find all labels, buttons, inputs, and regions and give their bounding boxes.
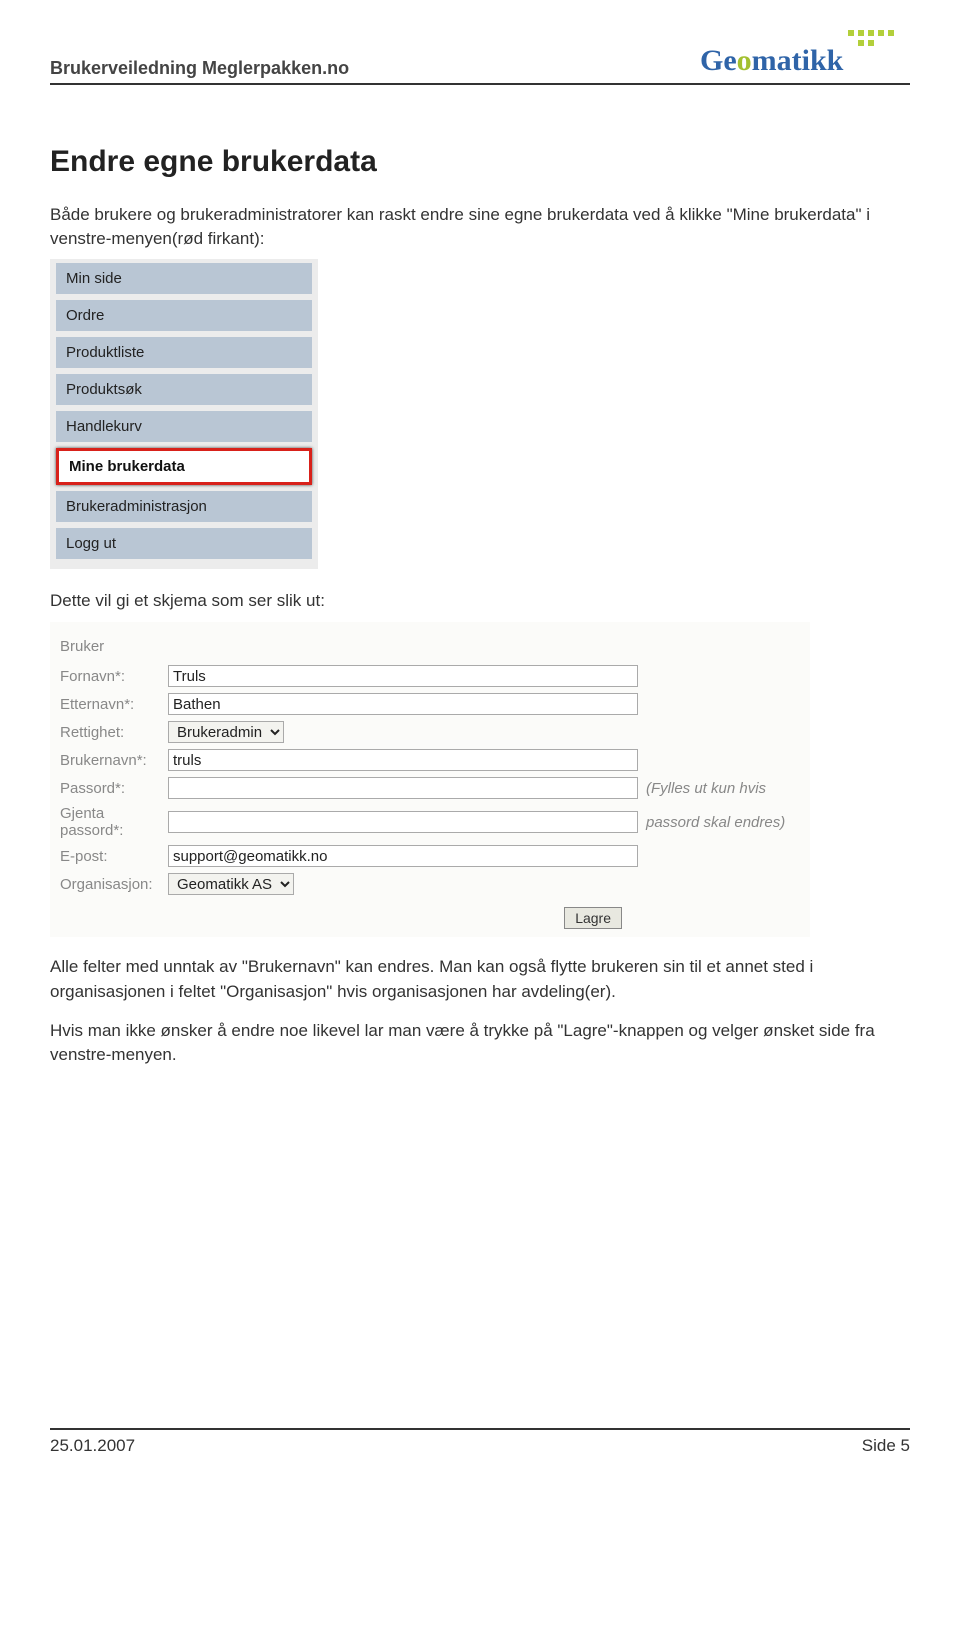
page-title: Endre egne brukerdata [50, 145, 910, 179]
form-section-label: Bruker [60, 638, 802, 655]
intro-paragraph: Både brukere og brukeradministratorer ka… [50, 203, 910, 251]
fornavn-field[interactable] [168, 665, 638, 687]
explain-paragraph-1: Alle felter med unntak av "Brukernavn" k… [50, 955, 910, 1004]
document-header-title: Brukerveiledning Meglerpakken.no [50, 58, 349, 79]
gjenta-passord-label: Gjenta passord*: [58, 805, 168, 839]
passord-field[interactable] [168, 777, 638, 799]
document-header: Brukerveiledning Meglerpakken.no Geomati… [50, 30, 910, 85]
user-form: Bruker Fornavn*: Etternavn*: Rettighet: … [50, 622, 810, 937]
menu-item-ordre[interactable]: Ordre [56, 300, 312, 331]
save-button[interactable]: Lagre [564, 907, 622, 929]
menu-item-brukeradministrasjon[interactable]: Brukeradministrasjon [56, 491, 312, 522]
footer-page: Side 5 [862, 1436, 910, 1456]
menu-item-handlekurv[interactable]: Handlekurv [56, 411, 312, 442]
epost-field[interactable] [168, 845, 638, 867]
post-menu-text: Dette vil gi et skjema som ser slik ut: [50, 589, 910, 613]
passord-hint-1: (Fylles ut kun hvis [646, 780, 766, 797]
fornavn-label: Fornavn*: [58, 668, 168, 685]
menu-item-logg-ut[interactable]: Logg ut [56, 528, 312, 559]
geomatikk-logo: Geomatikk [700, 30, 910, 79]
organisasjon-select[interactable]: Geomatikk AS [168, 873, 294, 895]
rettighet-label: Rettighet: [58, 724, 168, 741]
brukernavn-field[interactable] [168, 749, 638, 771]
menu-item-produktsok[interactable]: Produktsøk [56, 374, 312, 405]
menu-item-min-side[interactable]: Min side [56, 263, 312, 294]
document-footer: 25.01.2007 Side 5 [50, 1428, 910, 1456]
organisasjon-label: Organisasjon: [58, 876, 168, 893]
brukernavn-label: Brukernavn*: [58, 752, 168, 769]
etternavn-label: Etternavn*: [58, 696, 168, 713]
epost-label: E-post: [58, 848, 168, 865]
etternavn-field[interactable] [168, 693, 638, 715]
passord-label: Passord*: [58, 780, 168, 797]
gjenta-passord-field[interactable] [168, 811, 638, 833]
svg-text:Geomatikk: Geomatikk [700, 44, 844, 76]
footer-date: 25.01.2007 [50, 1436, 135, 1456]
rettighet-select[interactable]: Brukeradmin [168, 721, 284, 743]
menu-item-mine-brukerdata[interactable]: Mine brukerdata [56, 448, 312, 485]
menu-item-produktliste[interactable]: Produktliste [56, 337, 312, 368]
left-menu-screenshot: Min side Ordre Produktliste Produktsøk H… [50, 259, 318, 569]
explain-paragraph-2: Hvis man ikke ønsker å endre noe likevel… [50, 1019, 910, 1068]
passord-hint-2: passord skal endres) [646, 814, 785, 831]
